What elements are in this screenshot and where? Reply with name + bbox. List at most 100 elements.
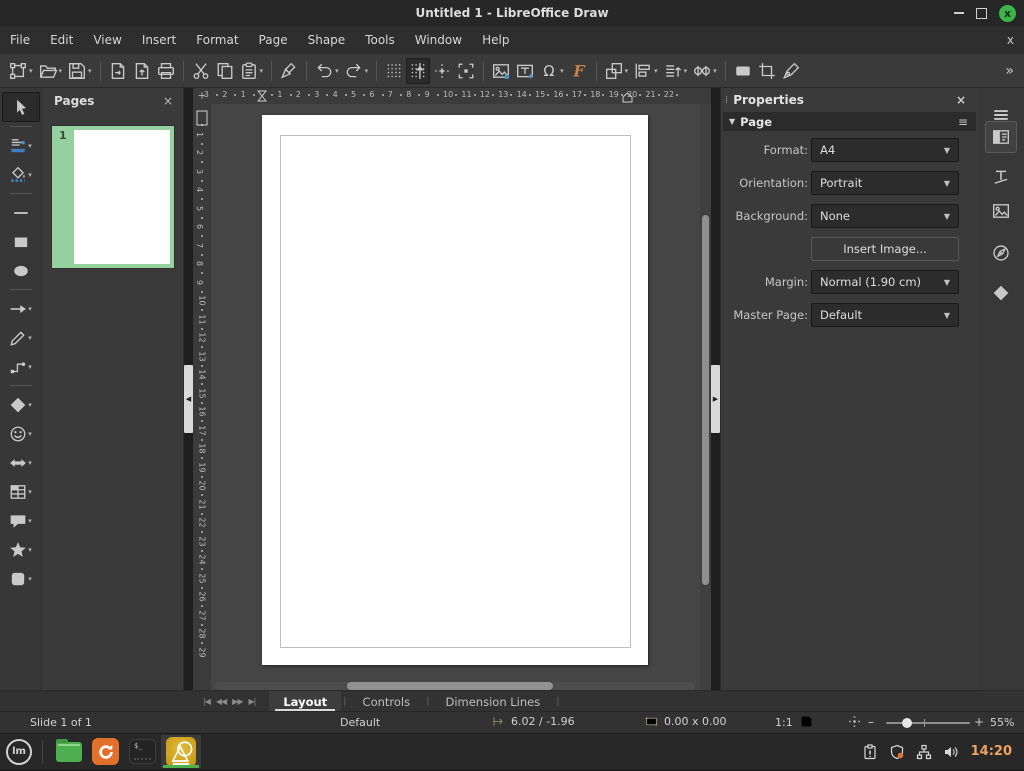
hide-right-panel-handle[interactable]: ▶ (711, 365, 720, 433)
dropdown-arrow-icon[interactable]: ▾ (88, 67, 92, 75)
dropdown-arrow-icon[interactable]: ▾ (59, 67, 63, 75)
lines-arrows-tool[interactable]: ▾ (2, 294, 40, 323)
tab-dimension-lines[interactable]: Dimension Lines (431, 691, 554, 712)
undo-button[interactable]: ▾ (312, 58, 342, 84)
align-objects-button[interactable]: ▾ (631, 58, 661, 84)
indent-marker-icon[interactable] (257, 90, 267, 102)
dropdown-arrow-icon[interactable]: ▾ (29, 67, 33, 75)
distribution-button[interactable]: ▾ (690, 58, 720, 84)
menu-format[interactable]: Format (186, 26, 248, 54)
display-grid-button[interactable] (382, 58, 406, 84)
horizontal-ruler[interactable]: 32112345678910111213141516171819202122 (193, 88, 711, 105)
flowchart-tool[interactable]: ▾ (2, 477, 40, 506)
terminal-launcher[interactable]: $_ (124, 735, 161, 768)
print-button[interactable] (154, 58, 178, 84)
update-shield-tray-icon[interactable] (889, 744, 905, 760)
document-modified-icon[interactable] (800, 715, 813, 728)
network-tray-icon[interactable] (916, 744, 932, 760)
dropdown-arrow-icon[interactable]: ▾ (28, 517, 32, 525)
paste-button[interactable]: ▾ (237, 58, 267, 84)
restore-button[interactable] (976, 8, 987, 19)
dropdown-arrow-icon[interactable]: ▾ (654, 67, 658, 75)
special-character-button[interactable]: ▾ (537, 58, 567, 84)
tab-controls[interactable]: Controls (349, 691, 425, 712)
toolbar-overflow-button[interactable]: » (1005, 63, 1014, 79)
previous-page-button[interactable]: ◀◀ (216, 697, 226, 706)
ellipse-tool[interactable] (2, 256, 40, 285)
page-section-header[interactable]: ▼ Page ≡ (723, 112, 976, 131)
block-arrows-tool[interactable]: ▾ (2, 448, 40, 477)
fit-page-icon[interactable] (848, 715, 861, 728)
dropdown-arrow-icon[interactable]: ▾ (28, 546, 32, 554)
clock[interactable]: 14:20 (971, 744, 1012, 759)
format-select[interactable]: A4▼ (811, 138, 959, 162)
dropdown-arrow-icon[interactable]: ▾ (28, 488, 32, 496)
properties-tab[interactable] (986, 122, 1016, 152)
insert-textbox-button[interactable] (513, 58, 537, 84)
dropdown-arrow-icon[interactable]: ▾ (28, 430, 32, 438)
gallery-tab[interactable] (986, 196, 1016, 226)
hide-left-panel-handle[interactable]: ◀ (184, 365, 193, 433)
zoom-out-button[interactable]: – (868, 715, 874, 729)
save-button[interactable]: ▾ (65, 58, 95, 84)
dropdown-arrow-icon[interactable]: ▾ (28, 575, 32, 583)
rectangle-tool[interactable] (2, 227, 40, 256)
insert-image-button[interactable]: Insert Image... (811, 237, 959, 261)
properties-panel-close-icon[interactable]: × (956, 93, 966, 107)
styles-tab[interactable] (986, 162, 1016, 192)
file-manager-launcher[interactable] (51, 735, 87, 768)
document-page[interactable] (262, 115, 648, 665)
dropdown-arrow-icon[interactable]: ▾ (260, 67, 264, 75)
helplines-button[interactable] (430, 58, 454, 84)
snap-to-grid-button[interactable] (406, 58, 430, 84)
connector-tool[interactable]: ▾ (2, 352, 40, 381)
basic-shapes-tool[interactable]: ▾ (2, 390, 40, 419)
drawing-canvas[interactable] (211, 104, 700, 690)
dropdown-arrow-icon[interactable]: ▾ (28, 171, 32, 179)
dropdown-arrow-icon[interactable]: ▾ (365, 67, 369, 75)
zoom-slider-thumb[interactable] (902, 718, 912, 728)
zoom-level-status[interactable]: 55% (990, 716, 1014, 729)
edit-points-button[interactable] (779, 58, 803, 84)
libreoffice-draw-task[interactable] (161, 735, 201, 768)
next-page-button[interactable]: ▶▶ (232, 697, 242, 706)
curve-tool[interactable]: ▾ (2, 323, 40, 352)
navigator-tab[interactable] (986, 238, 1016, 268)
section-menu-icon[interactable]: ≡ (958, 115, 968, 129)
dropdown-arrow-icon[interactable]: ▾ (28, 334, 32, 342)
menu-tools[interactable]: Tools (355, 26, 405, 54)
fontwork-button[interactable] (567, 58, 591, 84)
menu-window[interactable]: Window (405, 26, 472, 54)
page-thumbnail[interactable]: 1 (52, 126, 174, 268)
dropdown-arrow-icon[interactable]: ▾ (28, 401, 32, 409)
vertical-ruler[interactable]: 1234567891011121314151617181920212223242… (193, 104, 212, 690)
scale-status[interactable]: 1:1 (775, 716, 793, 729)
symbol-shapes-tool[interactable]: ▾ (2, 419, 40, 448)
vertical-scrollbar-thumb[interactable] (702, 215, 709, 585)
vertical-indent-marker-icon[interactable] (196, 110, 208, 126)
master-page-select[interactable]: Default▼ (811, 303, 959, 327)
menu-help[interactable]: Help (472, 26, 519, 54)
volume-tray-icon[interactable] (943, 744, 959, 760)
shapes-tab[interactable] (986, 278, 1016, 308)
insert-image-button[interactable] (489, 58, 513, 84)
arrange-button[interactable]: ▾ (661, 58, 691, 84)
dropdown-arrow-icon[interactable]: ▾ (28, 459, 32, 467)
margin-select[interactable]: Normal (1.90 cm)▼ (811, 270, 959, 294)
new-button[interactable]: ▾ (6, 58, 36, 84)
dropdown-arrow-icon[interactable]: ▾ (335, 67, 339, 75)
cut-button[interactable] (189, 58, 213, 84)
zoom-pan-button[interactable] (454, 58, 478, 84)
clone-formatting-button[interactable] (277, 58, 301, 84)
dropdown-arrow-icon[interactable]: ▾ (28, 363, 32, 371)
vertical-scrollbar[interactable] (700, 104, 711, 690)
close-document-button[interactable]: x (1007, 26, 1014, 54)
line-style-tool[interactable]: ▾ (2, 131, 40, 160)
mint-menu-button[interactable]: lm (6, 739, 32, 765)
insert-line-tool[interactable] (2, 198, 40, 227)
zoom-in-button[interactable]: + (974, 715, 984, 729)
menu-file[interactable]: File (0, 26, 40, 54)
3d-objects-tool[interactable]: ▾ (2, 564, 40, 593)
stars-tool[interactable]: ▾ (2, 535, 40, 564)
close-button[interactable]: x (999, 5, 1016, 22)
